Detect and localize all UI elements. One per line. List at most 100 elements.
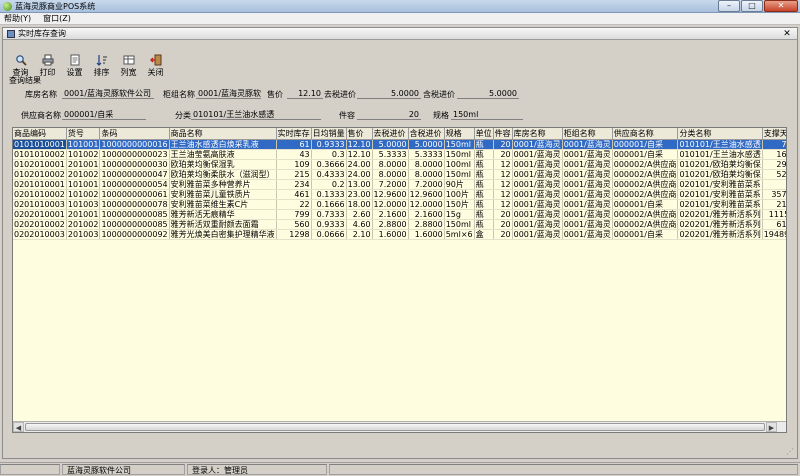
table-cell: 010101/王兰油水感透	[677, 139, 763, 150]
table-cell: 瓶	[474, 189, 494, 200]
table-cell: 20	[493, 229, 513, 240]
column-header[interactable]: 库房名称	[512, 128, 563, 140]
table-cell: 2.8800	[372, 219, 409, 230]
table-row[interactable]: 0102010002 201002 1000000000047 欧珀莱均衡柔肤水（滋润…	[13, 169, 786, 180]
table-cell: 523	[762, 169, 786, 180]
table-cell: 瓶	[474, 179, 494, 190]
window-controls: – □ ✕	[717, 0, 798, 12]
table-cell: 0.3	[311, 149, 347, 160]
page-setup-icon	[69, 54, 81, 66]
table-cell: 1000000000047	[99, 169, 170, 180]
status-login: 登录人：管理员	[187, 463, 327, 475]
table-row[interactable]: 0201010002 101002 1000000000061 安利雅苗菜儿童铁质片 4…	[13, 189, 786, 200]
column-header[interactable]: 售价	[346, 128, 373, 140]
print-button[interactable]: 打印	[34, 47, 61, 77]
table-cell: 15g	[444, 209, 475, 220]
scrollbar-thumb[interactable]	[25, 423, 765, 431]
menu-bar: 帮助(Y) 窗口(Z)	[0, 13, 800, 25]
table-cell: 0202010001	[13, 209, 67, 220]
pack-label: 件容	[339, 111, 355, 120]
minimize-button[interactable]: –	[718, 0, 740, 12]
column-header[interactable]: 规格	[444, 128, 475, 140]
table-cell: 0001/蓝海灵	[562, 179, 613, 190]
table-cell: 1000000000023	[99, 149, 170, 160]
column-header[interactable]: 商品编码	[13, 128, 67, 140]
table-row[interactable]: 0101010001 101001 1000000000016 王兰油水感透白焕采乳液…	[13, 139, 786, 150]
table-row[interactable]: 0202010003 201003 1000000000092 雅芳光焕美白密集护理精…	[13, 229, 786, 240]
inventory-table: 商品编码 货号 条码 商品名称 实时库存 日均销量 售价 去税进价 含税进价 规格 单位 件容 库房名称…	[13, 128, 786, 240]
table-row[interactable]: 0201010001 101001 1000000000054 安利雅苗菜多种营养片 2…	[13, 179, 786, 190]
column-header[interactable]: 支撑天	[762, 128, 786, 140]
column-header[interactable]: 去税进价	[372, 128, 409, 140]
sort-button[interactable]: 排序	[88, 47, 115, 77]
grid-header-row: 商品编码 货号 条码 商品名称 实时库存 日均销量 售价 去税进价 含税进价 规格 单位 件容 库房名称…	[13, 128, 786, 140]
scroll-right-arrow-icon[interactable]: ▶	[766, 422, 777, 432]
table-cell: 020101/安利雅苗菜系	[677, 199, 763, 210]
table-cell: 90片	[444, 179, 475, 190]
table-cell: 101003	[66, 199, 101, 210]
menu-help[interactable]: 帮助(Y)	[4, 13, 31, 24]
column-header[interactable]: 供应商名称	[612, 128, 679, 140]
child-close-button[interactable]: ✕	[781, 29, 793, 39]
query-button[interactable]: 查询	[7, 47, 34, 77]
table-cell: 0101010002	[13, 149, 67, 160]
exit-label: 关闭	[147, 68, 164, 77]
window-titlebar: 蓝海灵豚商业POS系统 – □ ✕	[0, 0, 800, 13]
cost-ex-tax-label: 去税进价	[324, 90, 356, 99]
inventory-grid[interactable]: 商品编码 货号 条码 商品名称 实时库存 日均销量 售价 去税进价 含税进价 规格 单位 件容 库房名称…	[12, 127, 787, 433]
status-fill-cell	[329, 463, 798, 475]
column-header[interactable]: 实时库存	[276, 128, 312, 140]
table-row[interactable]: 0102010001 201001 1000000000030 欧珀莱均衡保湿乳 109…	[13, 159, 786, 170]
table-cell: 王兰油水感透白焕采乳液	[169, 139, 277, 150]
table-cell: 1000000000030	[99, 159, 170, 170]
table-cell: 0001/蓝海灵	[512, 169, 563, 180]
table-row[interactable]: 0202010002 201002 1000000000085 雅芳新活双重耐颜去面霜…	[13, 219, 786, 230]
table-cell: 000001/自采	[612, 229, 679, 240]
table-cell: 2.10	[346, 229, 373, 240]
table-cell: 瓶	[474, 209, 494, 220]
column-header[interactable]: 日均销量	[311, 128, 347, 140]
table-cell: 0.1666	[311, 199, 347, 210]
table-cell: 0001/蓝海灵	[512, 229, 563, 240]
column-header[interactable]: 分类名称	[677, 128, 763, 140]
table-cell: 1000000000054	[99, 179, 170, 190]
column-header[interactable]: 货号	[66, 128, 101, 140]
table-cell: 欧珀莱均衡保湿乳	[169, 159, 277, 170]
table-cell: 201003	[66, 229, 101, 240]
resize-grip-icon[interactable]: ⋰	[786, 447, 795, 456]
exit-button[interactable]: 关闭	[142, 47, 169, 77]
table-row[interactable]: 0202010001 201001 1000000000085 雅芳新活无痕精华 799…	[13, 209, 786, 220]
column-header[interactable]: 件容	[493, 128, 513, 140]
column-width-icon	[123, 54, 135, 66]
maximize-button[interactable]: □	[741, 0, 763, 12]
table-cell: 163	[762, 149, 786, 160]
grid-viewport: 商品编码 货号 条码 商品名称 实时库存 日均销量 售价 去税进价 含税进价 规格 单位 件容 库房名称…	[13, 128, 786, 422]
column-header[interactable]: 含税进价	[408, 128, 445, 140]
setup-button[interactable]: 设置	[61, 47, 88, 77]
menu-window[interactable]: 窗口(Z)	[43, 13, 71, 24]
table-cell: 1000000000061	[99, 189, 170, 200]
close-window-button[interactable]: ✕	[764, 0, 798, 12]
table-cell: 5.3333	[372, 149, 409, 160]
column-header[interactable]: 柜组名称	[562, 128, 613, 140]
supplier-value: 000001/自采	[62, 109, 146, 120]
table-cell: 4.60	[346, 219, 373, 230]
table-row[interactable]: 0101010002 101002 1000000000023 王兰油莹氨高肤液 43 0…	[13, 149, 786, 160]
table-cell: 瓶	[474, 139, 494, 150]
grid-body: 0101010001 101001 1000000000016 王兰油水感透白焕采乳液…	[13, 139, 786, 240]
column-header[interactable]: 条码	[99, 128, 170, 140]
table-cell: 000002/A供应商	[612, 169, 679, 180]
table-row[interactable]: 0201010003 101003 1000000000078 安利雅苗菜维生素C片 2…	[13, 199, 786, 210]
column-header[interactable]: 商品名称	[169, 128, 277, 140]
table-cell: 20	[493, 209, 513, 220]
table-cell: 0001/蓝海灵	[512, 209, 563, 220]
column-width-button[interactable]: 列宽	[115, 47, 142, 77]
table-cell: 12	[493, 199, 513, 210]
horizontal-scrollbar[interactable]: ◀ ▶	[13, 421, 786, 432]
table-cell: 5.0000	[408, 139, 445, 150]
table-cell: 0.3666	[311, 159, 347, 170]
table-cell: 0001/蓝海灵	[562, 209, 613, 220]
table-cell: 799	[276, 209, 312, 220]
scroll-left-arrow-icon[interactable]: ◀	[13, 422, 24, 432]
column-header[interactable]: 单位	[474, 128, 494, 140]
